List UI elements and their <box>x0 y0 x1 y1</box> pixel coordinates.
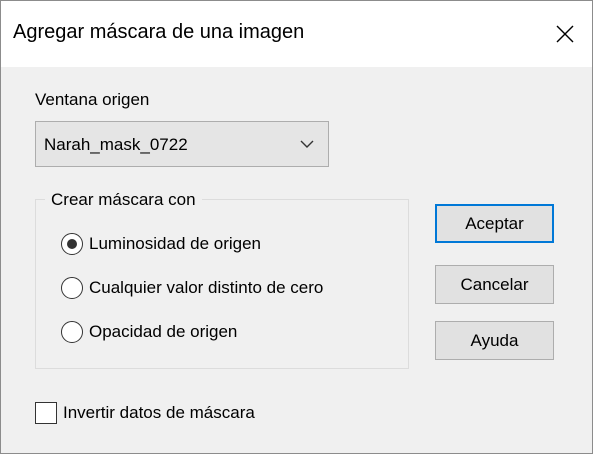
close-button[interactable] <box>545 14 585 54</box>
radio-selected-dot <box>67 239 77 249</box>
source-window-value: Narah_mask_0722 <box>44 135 188 154</box>
radio-button[interactable] <box>61 233 83 255</box>
radio-luminosity-label: Luminosidad de origen <box>89 234 262 253</box>
close-icon <box>556 25 574 43</box>
radio-opacity-label: Opacidad de origen <box>89 322 238 341</box>
cancel-button[interactable]: Cancelar <box>435 265 554 304</box>
invert-mask-checkbox[interactable] <box>35 402 57 424</box>
mask-dialog: Agregar máscara de una imagen Ventana or… <box>0 0 593 454</box>
invert-mask-label: Invertir datos de máscara <box>63 403 255 422</box>
create-mask-legend: Crear máscara con <box>45 189 202 211</box>
radio-button[interactable] <box>61 277 83 299</box>
source-window-select[interactable]: Narah_mask_0722 <box>35 121 329 167</box>
source-window-label: Ventana origen <box>35 90 150 109</box>
help-button[interactable]: Ayuda <box>435 321 554 360</box>
radio-any-nonzero-label: Cualquier valor distinto de cero <box>89 278 324 297</box>
ok-button[interactable]: Aceptar <box>435 204 554 243</box>
dialog-title: Agregar máscara de una imagen <box>13 21 305 43</box>
radio-button[interactable] <box>61 321 83 343</box>
title-bar: Agregar máscara de una imagen <box>1 1 592 67</box>
chevron-down-icon <box>300 140 314 148</box>
